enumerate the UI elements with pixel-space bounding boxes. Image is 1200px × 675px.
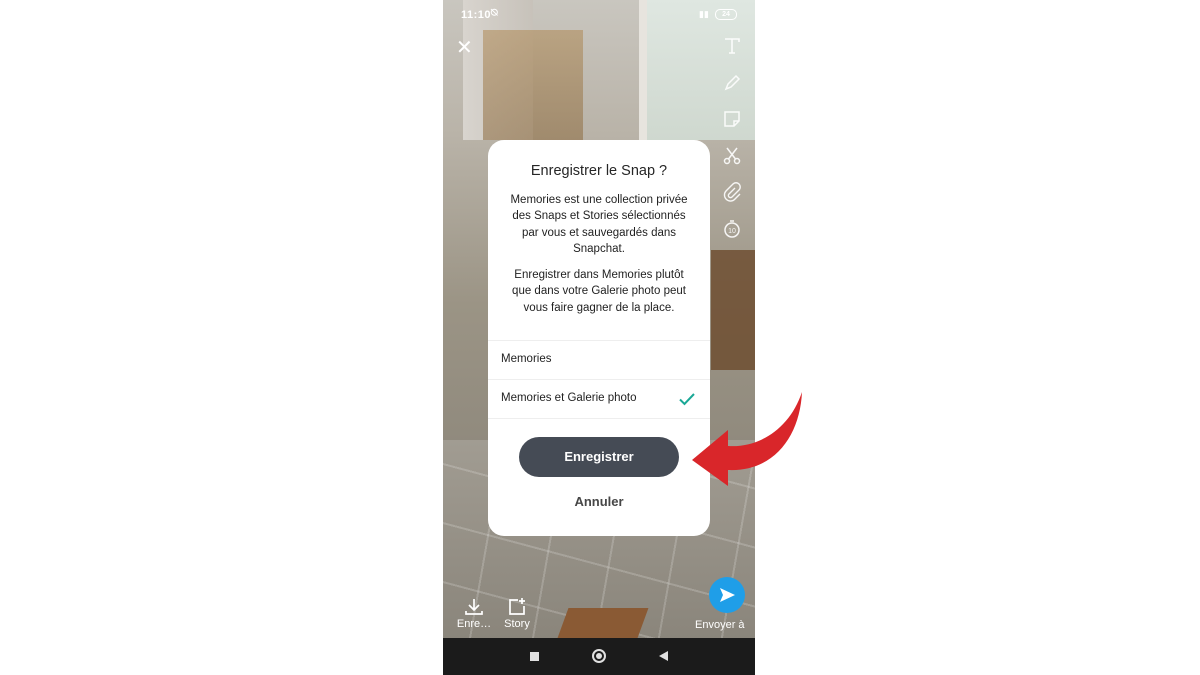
sticker-icon[interactable] <box>721 108 743 130</box>
paperclip-icon[interactable] <box>721 181 743 203</box>
download-icon <box>465 599 483 615</box>
send-icon <box>720 588 735 602</box>
dialog-description: Memories est une collection privée des S… <box>510 194 688 255</box>
story-label: Story <box>504 618 530 630</box>
save-button[interactable]: Enregistrer <box>519 437 679 477</box>
send-to-label: Envoyer à <box>695 619 745 631</box>
dialog-description: Enregistrer dans Memories plutôt que dan… <box>512 269 686 314</box>
battery-icon: 24 <box>715 9 737 20</box>
pencil-icon[interactable] <box>721 72 743 94</box>
android-nav-bar <box>443 638 755 675</box>
save-to-device-label: Enre… <box>456 618 492 630</box>
phone-screen: 11:10 ⍉ ▮▮ 24 ✕ 10 Enregistrer le Snap ?… <box>443 0 755 675</box>
back-icon[interactable] <box>659 651 668 661</box>
alarm-off-icon: ⍉ <box>491 7 498 19</box>
background-photo <box>711 250 755 370</box>
send-button[interactable] <box>709 577 745 613</box>
cancel-button[interactable]: Annuler <box>488 494 710 509</box>
signal-icon: ▮▮ <box>699 9 709 19</box>
recents-icon[interactable] <box>530 652 539 661</box>
status-time: 11:10 <box>461 9 492 21</box>
background-photo <box>483 30 583 140</box>
story-button[interactable]: Story <box>495 597 539 630</box>
background-photo <box>557 608 649 638</box>
home-icon[interactable] <box>592 649 606 663</box>
annotation-arrow-icon <box>692 392 802 486</box>
option-label: Memories <box>501 353 552 365</box>
dialog-title: Enregistrer le Snap ? <box>530 163 668 179</box>
text-icon[interactable] <box>721 35 743 57</box>
timer-icon[interactable]: 10 <box>721 218 743 240</box>
option-memories-and-gallery[interactable]: Memories et Galerie photo <box>488 379 710 419</box>
save-snap-dialog: Enregistrer le Snap ? Memories est une c… <box>488 140 710 536</box>
close-icon[interactable]: ✕ <box>456 38 476 58</box>
svg-text:10: 10 <box>728 228 736 235</box>
option-label: Memories et Galerie photo <box>501 392 637 404</box>
save-to-device-button[interactable]: Enre… <box>452 597 496 630</box>
story-add-icon <box>509 598 525 615</box>
option-memories[interactable]: Memories <box>488 340 710 379</box>
scissors-icon[interactable] <box>721 145 743 167</box>
status-bar: 11:10 ⍉ ▮▮ 24 <box>443 0 755 28</box>
